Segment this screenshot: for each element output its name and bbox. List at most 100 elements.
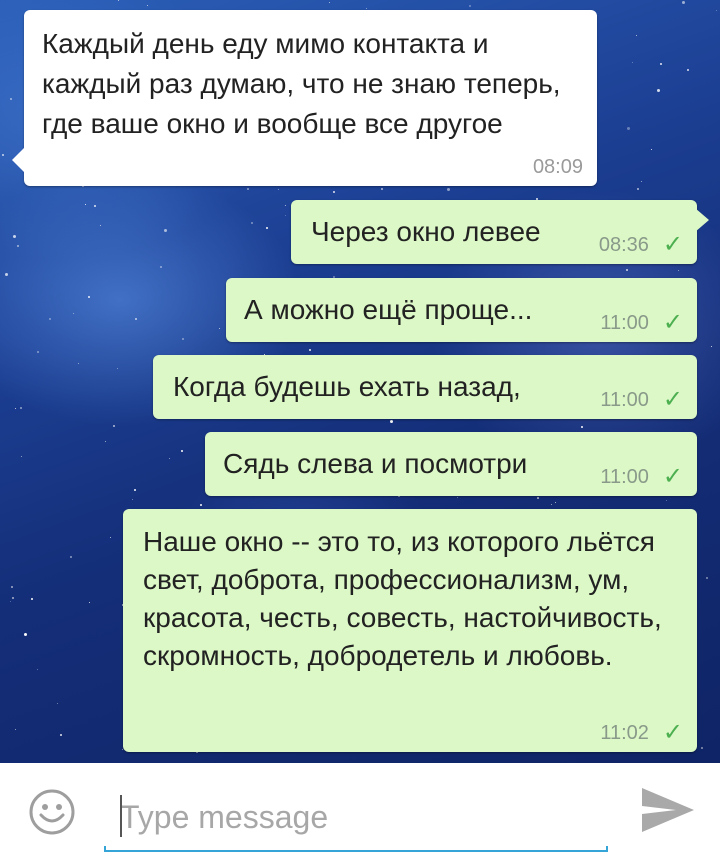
star-dot [21,456,22,457]
star-dot [285,205,286,206]
chat-background: Каждый день еду мимо контакта и каждый р… [0,0,720,763]
star-dot [89,602,90,603]
star-dot [309,349,311,351]
star-dot [278,189,279,190]
star-dot [31,598,33,600]
star-dot [366,8,367,9]
star-dot [169,458,170,459]
star-dot [711,346,712,347]
star-dot [10,601,11,602]
star-dot [135,318,137,320]
star-dot [219,328,220,329]
read-check-icon: ✓ [662,719,683,746]
star-dot [2,154,4,156]
star-dot [390,420,393,423]
star-dot [78,363,79,364]
star-dot [457,497,458,498]
star-dot [11,586,13,588]
read-check-icon: ✓ [662,463,683,490]
star-dot [10,98,12,100]
star-dot [626,269,628,271]
star-dot [24,633,27,636]
star-dot [632,62,633,63]
message-time: 11:00 [600,312,649,334]
paper-plane-send-icon[interactable] [638,784,698,836]
message-time: 11:00 [600,389,649,411]
star-dot [636,35,637,36]
star-dot [113,425,115,427]
star-dot [266,227,268,229]
star-dot [627,127,630,130]
message-meta: 08:36 ✓ [598,231,683,258]
star-dot [57,703,58,704]
text-cursor [120,795,122,837]
star-dot [682,1,685,4]
star-dot [181,450,183,452]
star-dot [657,89,660,92]
star-dot [716,10,717,11]
message-text: Наше окно -- это то, из которого льётся … [143,526,662,671]
star-dot [49,318,51,320]
smiley-face-icon[interactable] [28,788,76,836]
star-dot [15,408,16,409]
message-bubble-outgoing[interactable]: Через окно левее 08:36 ✓ [291,200,709,264]
star-dot [134,489,136,491]
star-dot [20,407,22,409]
read-check-icon: ✓ [662,231,683,258]
star-dot [329,2,330,3]
message-meta: 11:02 ✓ [600,719,683,746]
bubble-tail [695,208,709,232]
star-dot [17,245,19,247]
bubble-tail [12,146,26,174]
message-bubble-incoming[interactable]: Каждый день еду мимо контакта и каждый р… [12,10,597,186]
star-dot [678,270,679,271]
star-dot [118,0,119,1]
star-dot [13,235,16,238]
star-dot [94,205,96,207]
star-dot [15,729,16,730]
read-check-icon: ✓ [662,386,683,413]
message-time: 08:09 [532,156,583,178]
star-dot [12,597,14,599]
star-dot [247,188,249,190]
star-dot [122,749,123,750]
star-dot [706,577,708,579]
star-dot [37,351,39,353]
star-dot [687,69,689,71]
star-dot [251,222,253,224]
message-bubble-outgoing[interactable]: Наше окно -- это то, из которого льётся … [123,509,697,752]
star-dot [555,502,556,503]
star-dot [701,747,703,749]
message-meta: 08:09 [533,156,583,178]
message-input[interactable] [104,787,608,847]
star-dot [581,426,583,428]
star-dot [132,499,133,500]
star-dot [88,296,90,298]
message-input-underline [104,846,608,852]
message-text: Каждый день еду мимо контакта и каждый р… [42,28,561,139]
star-dot [381,188,383,190]
message-meta: 11:00 ✓ [600,386,683,413]
message-time: 11:02 [600,722,649,744]
message-bubble-outgoing[interactable]: А можно ещё проще... 11:00 ✓ [226,278,697,342]
star-dot [73,313,74,314]
star-dot [285,215,286,216]
message-bubble-outgoing[interactable]: Когда будешь ехать назад, 11:00 ✓ [153,355,697,419]
star-dot [37,669,38,670]
star-dot [182,338,184,340]
star-dot [117,368,118,369]
star-dot [85,204,86,205]
star-dot [60,734,62,736]
message-meta: 11:00 ✓ [600,463,683,490]
message-bubble-outgoing[interactable]: Сядь слева и посмотри 11:00 ✓ [205,432,697,496]
message-time: 08:36 [598,234,649,256]
star-dot [160,266,162,268]
star-dot [333,191,335,193]
star-dot [651,149,652,150]
star-dot [551,504,552,505]
star-dot [5,273,8,276]
star-dot [660,63,662,65]
star-dot [537,497,539,499]
star-dot [147,5,148,6]
message-meta: 11:00 ✓ [600,311,683,335]
